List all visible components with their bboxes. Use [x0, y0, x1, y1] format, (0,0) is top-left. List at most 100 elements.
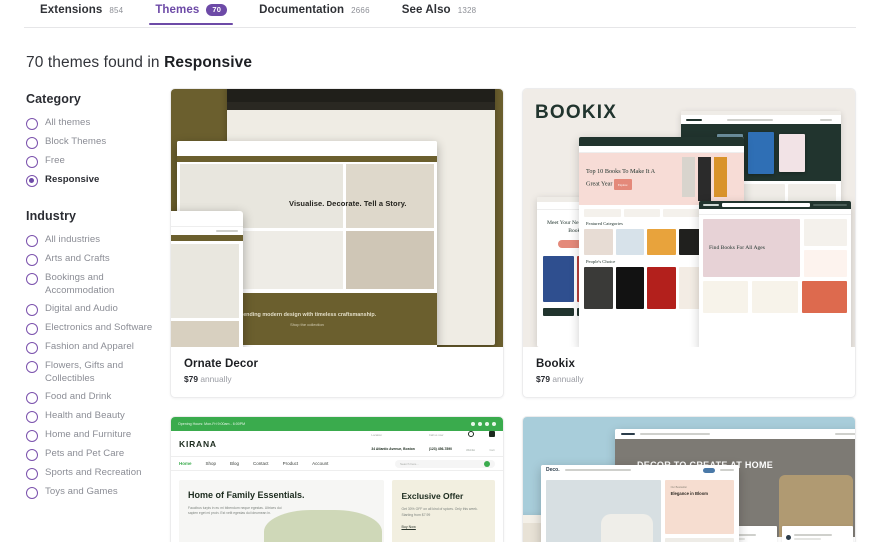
- industry-option-sports-and-recreation[interactable]: Sports and Recreation: [26, 467, 154, 480]
- mock-nav-contact[interactable]: Contact: [253, 461, 269, 466]
- mock-book-cover: [584, 229, 613, 255]
- radio-icon[interactable]: [26, 137, 38, 149]
- theme-card-kirana[interactable]: Opening Hours: Mon-Fri 9:00am - 6:00PM K…: [170, 416, 504, 542]
- mock-navbar: [681, 115, 841, 124]
- radio-icon[interactable]: [26, 118, 38, 130]
- social-icon[interactable]: [485, 422, 489, 426]
- category-option-label: Responsive: [45, 174, 100, 185]
- industry-facet-list: All industries Arts and Crafts Bookings …: [26, 234, 154, 499]
- preview-mockup-front: Deco. Living & Bedroom Lighting Transpar…: [541, 465, 739, 542]
- mock-tile-title: Elegance in Bloom: [670, 491, 709, 496]
- tab-see-also-label: See Also: [401, 4, 451, 16]
- social-icon[interactable]: [471, 422, 475, 426]
- social-icon[interactable]: [492, 422, 496, 426]
- industry-option-digital-and-audio[interactable]: Digital and Audio: [26, 303, 154, 316]
- mock-hero: Home of Family Essentials. Faucibus turp…: [179, 480, 385, 542]
- theme-preview-kirana: Opening Hours: Mon-Fri 9:00am - 6:00PM K…: [171, 417, 503, 542]
- industry-option-health-and-beauty[interactable]: Health and Beauty: [26, 410, 154, 423]
- theme-card-ornate-decor[interactable]: Blending modern design with timeless cra…: [170, 88, 504, 398]
- mock-topbar: Opening Hours: Mon-Fri 9:00am - 6:00PM: [171, 417, 503, 431]
- mock-toggle[interactable]: [703, 467, 715, 473]
- industry-option-bookings-and-accommodation[interactable]: Bookings and Accommodation: [26, 272, 154, 297]
- mock-logo: [703, 204, 719, 206]
- radio-icon[interactable]: [26, 156, 38, 168]
- industry-option-label: Food and Drink: [45, 391, 112, 402]
- mock-feature-card: [781, 526, 853, 542]
- category-option-free[interactable]: Free: [26, 155, 154, 168]
- mock-book-cover: [647, 229, 676, 255]
- tab-extensions[interactable]: Extensions 854: [24, 0, 139, 25]
- card-price-period: annually: [200, 374, 232, 384]
- industry-option-all-industries[interactable]: All industries: [26, 234, 154, 247]
- mock-nav-blog[interactable]: Blog: [230, 461, 239, 466]
- tab-themes[interactable]: Themes 70: [139, 0, 243, 25]
- card-title: Bookix: [536, 358, 575, 370]
- card-price-amount: $79: [184, 374, 198, 384]
- mock-opening-hours: Opening Hours: Mon-Fri 9:00am - 6:00PM: [178, 422, 246, 426]
- mock-nav-shop[interactable]: Shop: [206, 461, 217, 466]
- radio-icon[interactable]: [26, 468, 38, 480]
- industry-option-label: Electronics and Software: [45, 322, 153, 333]
- category-option-block-themes[interactable]: Block Themes: [26, 136, 154, 149]
- tab-see-also[interactable]: See Also 1328: [386, 0, 493, 25]
- mock-social-icons: [471, 422, 496, 426]
- social-icon[interactable]: [478, 422, 482, 426]
- mock-hero-headline: Find Books For All Ages: [709, 244, 765, 251]
- industry-option-pets-and-pet-care[interactable]: Pets and Pet Care: [26, 448, 154, 461]
- mock-nav-account[interactable]: Account: [312, 461, 328, 466]
- radio-selected-icon[interactable]: [26, 175, 38, 187]
- radio-icon[interactable]: [26, 430, 38, 442]
- category-option-responsive[interactable]: Responsive: [26, 174, 154, 187]
- industry-option-food-and-drink[interactable]: Food and Drink: [26, 391, 154, 404]
- radio-icon[interactable]: [26, 254, 38, 266]
- mock-book-stack: [665, 157, 744, 201]
- mock-line: [793, 534, 833, 536]
- radio-icon[interactable]: [26, 235, 38, 247]
- radio-icon[interactable]: [26, 304, 38, 316]
- radio-icon[interactable]: [26, 342, 38, 354]
- category-option-all-themes[interactable]: All themes: [26, 117, 154, 130]
- mock-nav-home[interactable]: Home: [179, 461, 192, 466]
- tab-see-also-count: 1328: [457, 6, 477, 15]
- radio-icon[interactable]: [26, 392, 38, 404]
- theme-preview-deco: DECOR TO CREATE AT HOME: [523, 417, 855, 542]
- mock-search-input[interactable]: Search here...: [395, 459, 495, 468]
- industry-option-fashion-and-apparel[interactable]: Fashion and Apparel: [26, 341, 154, 354]
- industry-option-toys-and-games[interactable]: Toys and Games: [26, 486, 154, 499]
- active-tab-indicator: [149, 22, 234, 25]
- mock-nav-product[interactable]: Product: [283, 461, 299, 466]
- mock-side-tiles: [803, 219, 847, 277]
- mock-offer-link[interactable]: Buy Now: [401, 525, 495, 529]
- mock-navbar: [615, 429, 855, 439]
- radio-icon[interactable]: [26, 361, 38, 373]
- mock-book-cover: [681, 157, 695, 197]
- mock-announcement-bar: [177, 156, 437, 162]
- industry-option-electronics-and-software[interactable]: Electronics and Software: [26, 322, 154, 335]
- page-body: Category All themes Block Themes Free Re…: [0, 72, 880, 542]
- mock-cta-button: Explore: [614, 179, 632, 190]
- radio-icon[interactable]: [26, 273, 38, 285]
- mock-utility-bar: [171, 226, 243, 235]
- theme-card-deco[interactable]: DECOR TO CREATE AT HOME: [522, 416, 856, 542]
- mock-navbar: Deco.: [541, 465, 739, 475]
- radio-icon[interactable]: [26, 487, 38, 499]
- mock-wishlist[interactable]: Wishlist: [466, 431, 475, 456]
- mock-cart[interactable]: Cart: [489, 431, 495, 456]
- mock-tile-label: Our Bestseller: [670, 486, 687, 489]
- theme-preview-ornate-decor: Blending modern design with timeless cra…: [171, 89, 503, 347]
- industry-option-flowers-gifts-and-collectibles[interactable]: Flowers, Gifts and Collectibles: [26, 360, 154, 385]
- tab-themes-count: 70: [206, 4, 228, 16]
- industry-option-home-and-furniture[interactable]: Home and Furniture: [26, 429, 154, 442]
- mock-image: [171, 321, 239, 347]
- radio-icon[interactable]: [26, 323, 38, 335]
- tab-themes-label: Themes: [155, 4, 200, 16]
- mock-quote-link: Shop the collection: [290, 321, 324, 327]
- industry-option-arts-and-crafts[interactable]: Arts and Crafts: [26, 253, 154, 266]
- theme-card-bookix[interactable]: BOOKIX Meet Your Next Favorite Book. Top…: [522, 88, 856, 398]
- radio-icon[interactable]: [26, 449, 38, 461]
- mock-navbar: Home Shop Blog Contact Product Account S…: [171, 456, 503, 471]
- tab-documentation[interactable]: Documentation 2666: [243, 0, 386, 25]
- radio-icon[interactable]: [26, 411, 38, 423]
- mock-search-placeholder: Search here...: [400, 461, 419, 466]
- mock-logo: Deco.: [546, 467, 560, 473]
